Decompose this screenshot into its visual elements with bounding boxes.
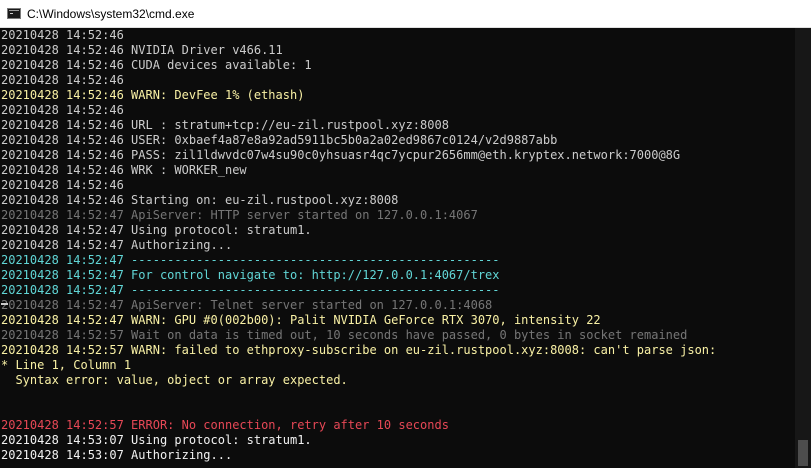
console-line: 20210428 14:52:47 Using protocol: stratu…	[1, 223, 312, 237]
console-line: 20210428 14:52:47 ApiServer: HTTP server…	[1, 208, 478, 222]
console-line: 20210428 14:53:07 Using protocol: stratu…	[1, 433, 312, 447]
console-line: 20210428 14:52:46 NVIDIA Driver v466.11	[1, 43, 283, 57]
window-title: C:\Windows\system32\cmd.exe	[27, 6, 195, 21]
console-line: 20210428 14:52:46	[1, 178, 124, 192]
console-line: 20210428 14:52:47 WARN: GPU #0(002b00): …	[1, 313, 601, 327]
console-output[interactable]: 20210428 14:52:46 20210428 14:52:46 NVIDI…	[0, 28, 795, 468]
scrollbar-thumb[interactable]	[798, 440, 808, 466]
console-line: * Line 1, Column 1	[1, 358, 132, 372]
console-line: 20210428 14:52:47 For control navigate t…	[1, 268, 500, 282]
console-line: 20210428 14:52:57 Wait on data is timed …	[1, 328, 688, 342]
console-line: 20210428 14:52:46 USER: 0xbaef4a87e8a92a…	[1, 133, 558, 147]
title-bar[interactable]: C:\Windows\system32\cmd.exe	[0, 0, 811, 28]
console-line: 20210428 14:52:46	[1, 28, 124, 42]
console-line: 20210428 14:52:47 Authorizing...	[1, 238, 233, 252]
console-line: 20210428 14:52:46 WRK : WORKER_new	[1, 163, 247, 177]
text-cursor	[1, 303, 8, 305]
console-line: 20210428 14:52:46 WARN: DevFee 1% (ethas…	[1, 88, 305, 102]
console-line: 20210428 14:52:47 ApiServer: Telnet serv…	[1, 298, 493, 312]
console-line: 20210428 14:52:46 PASS: zil1ldwvdc07w4su…	[1, 148, 681, 162]
vertical-scrollbar[interactable]	[795, 28, 811, 468]
console-app-icon[interactable]	[7, 8, 21, 19]
console-line: 20210428 14:52:46 CUDA devices available…	[1, 58, 312, 72]
console-line: 20210428 14:52:57 ERROR: No connection, …	[1, 418, 449, 432]
console-line: 20210428 14:52:47 ----------------------…	[1, 253, 500, 267]
console-line: 20210428 14:52:46 Starting on: eu-zil.ru…	[1, 193, 399, 207]
console-line: 20210428 14:52:46	[1, 103, 124, 117]
console-line: Syntax error: value, object or array exp…	[1, 373, 348, 387]
cmd-window: C:\Windows\system32\cmd.exe 20210428 14:…	[0, 0, 811, 468]
console-line: 20210428 14:52:46	[1, 73, 124, 87]
console-line: 20210428 14:53:07 Authorizing...	[1, 448, 233, 462]
console-line: 20210428 14:52:57 WARN: failed to ethpro…	[1, 343, 717, 357]
console-line: 20210428 14:52:47 ----------------------…	[1, 283, 500, 297]
console-line: 20210428 14:52:46 URL : stratum+tcp://eu…	[1, 118, 449, 132]
